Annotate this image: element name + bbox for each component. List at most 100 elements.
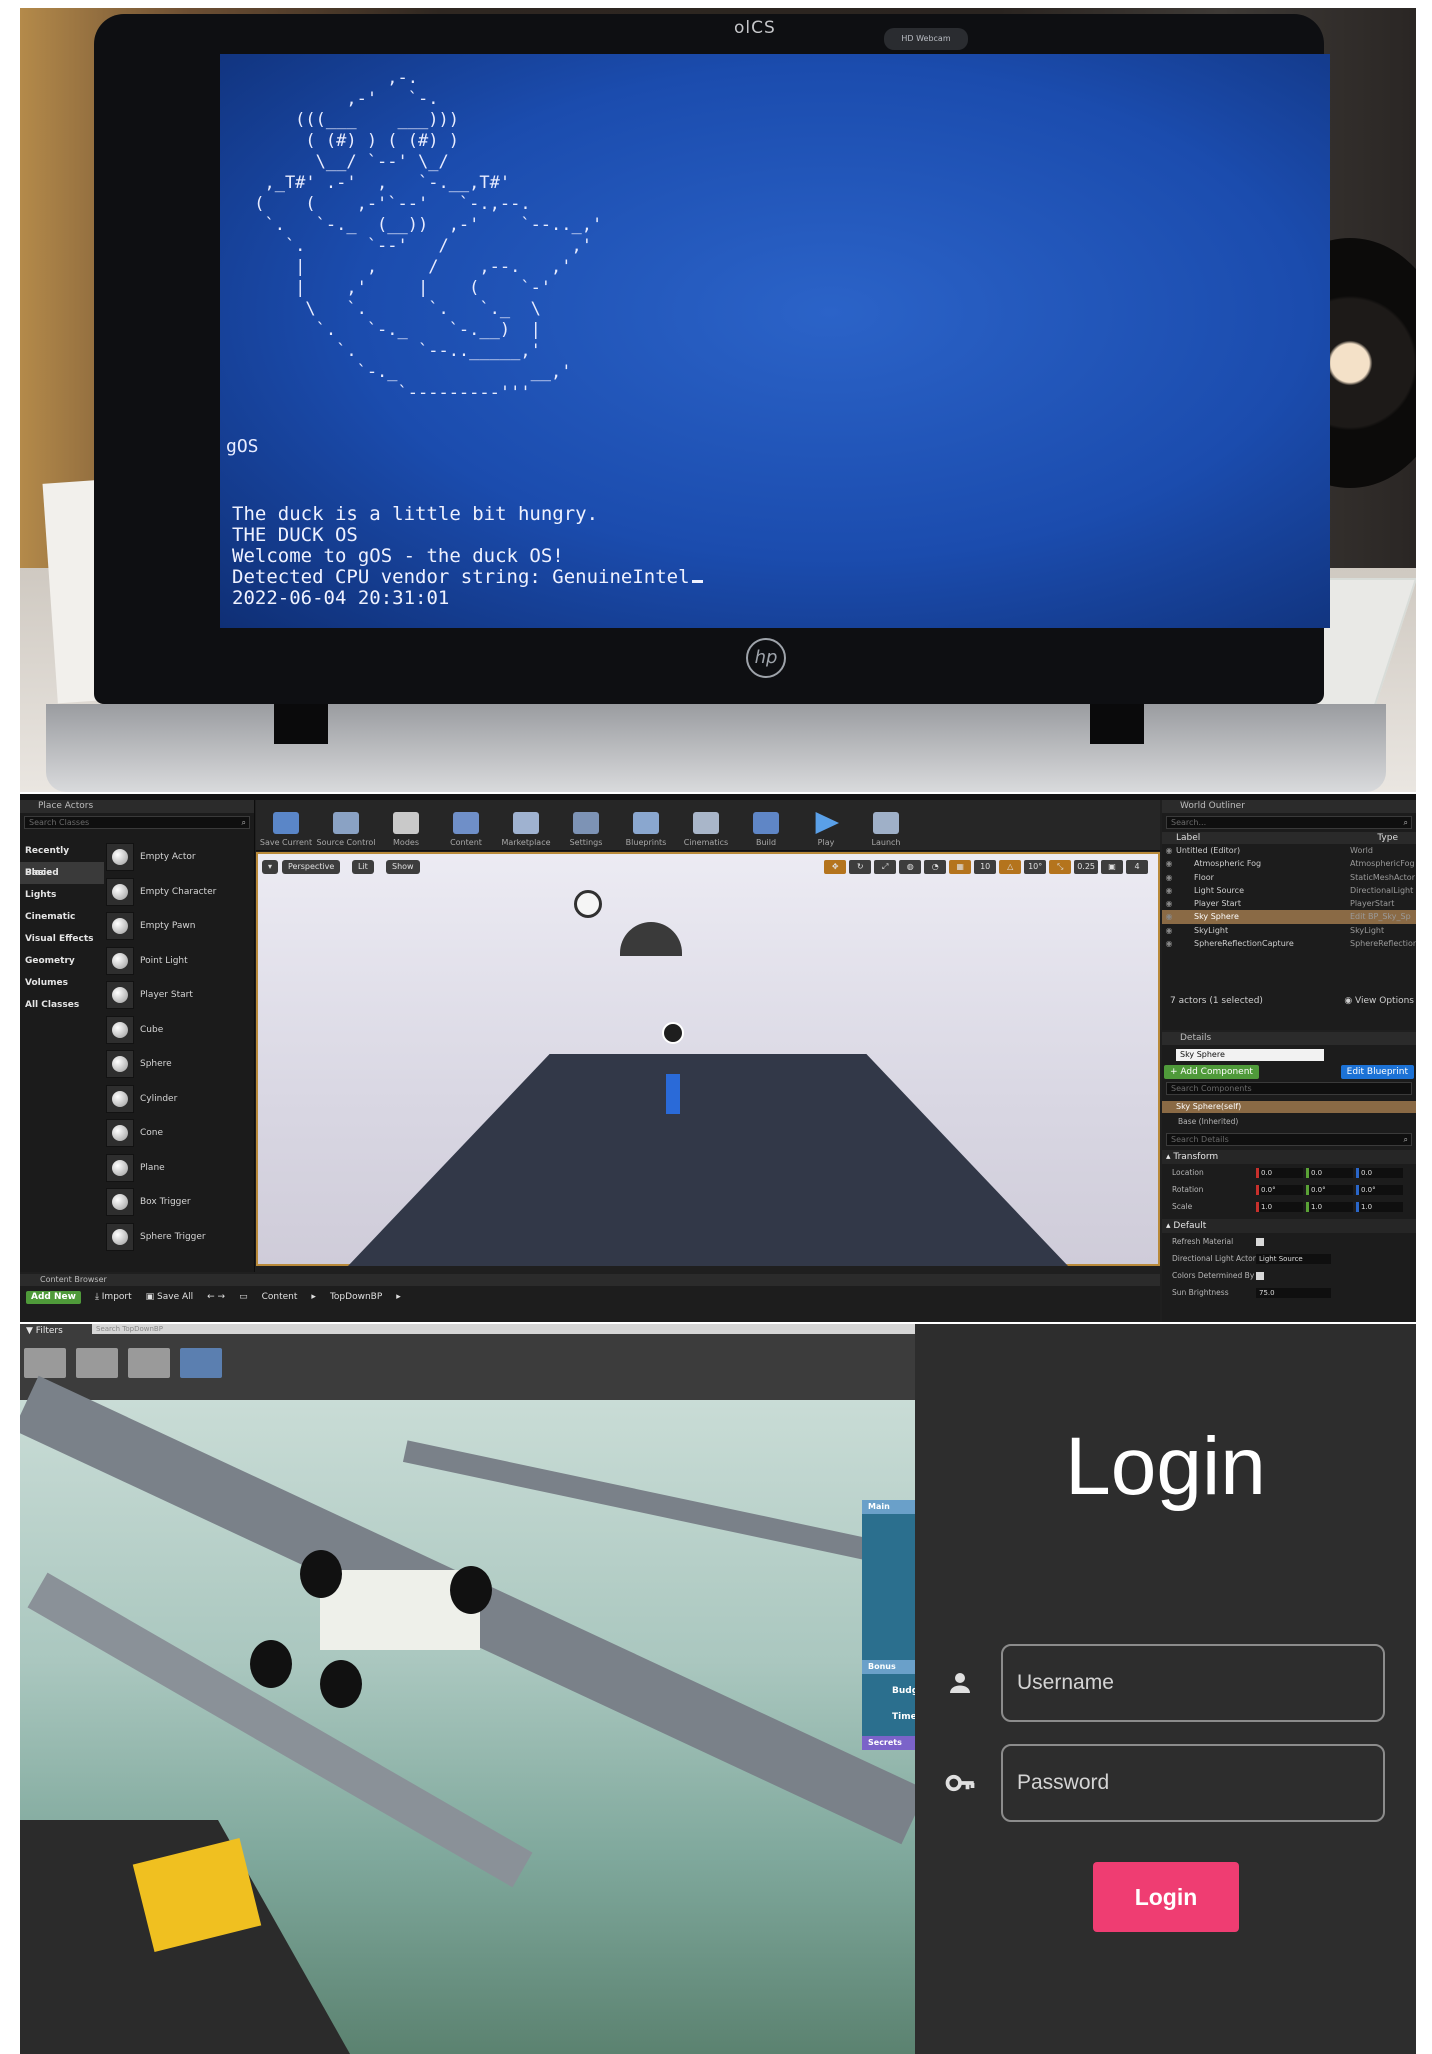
category-item[interactable]: Lights (20, 884, 104, 906)
play-button[interactable]: Play (796, 800, 856, 850)
actor-item[interactable]: Empty Actor (106, 840, 252, 875)
category-item[interactable]: Volumes (20, 972, 104, 994)
camera-speed-icon[interactable]: ▣ (1101, 860, 1123, 874)
label-column-header[interactable]: Label (1176, 832, 1200, 844)
view-options-button[interactable]: ◉ View Options (1344, 996, 1414, 1006)
login-button[interactable]: Login (1093, 1862, 1239, 1932)
location-z-field[interactable]: 0.0 (1356, 1167, 1403, 1178)
camera-speed-value[interactable]: 4 (1126, 860, 1148, 874)
settings-button[interactable]: Settings (556, 800, 616, 850)
visibility-eye-icon[interactable]: ◉ (1162, 871, 1176, 884)
location-y-field[interactable]: 0.0 (1306, 1167, 1353, 1178)
actor-item[interactable]: Cylinder (106, 1082, 252, 1117)
sun-brightness-field[interactable]: 75.0 (1256, 1287, 1331, 1298)
visibility-eye-icon[interactable]: ◉ (1162, 924, 1176, 937)
show-button[interactable]: Show (386, 860, 420, 874)
colors-determined-checkbox[interactable] (1256, 1271, 1264, 1280)
visibility-eye-icon[interactable]: ◉ (1162, 844, 1176, 857)
cinematics-button[interactable]: Cinematics (676, 800, 736, 850)
grid-snap-icon[interactable]: ▦ (949, 860, 972, 874)
transform-section[interactable]: ▴ Transform (1162, 1150, 1416, 1164)
search-classes-input[interactable]: Search Classes ⌕ (24, 816, 250, 829)
outliner-row[interactable]: ◉ Light Source DirectionalLight (1162, 884, 1416, 897)
save-current-button[interactable]: Save Current (256, 800, 316, 850)
world-icon[interactable]: ◍ (899, 860, 922, 874)
add-component-button[interactable]: + Add Component (1164, 1065, 1259, 1079)
refresh-material-checkbox[interactable] (1256, 1237, 1264, 1246)
default-section[interactable]: ▴ Default (1162, 1219, 1416, 1233)
rotation-snap-icon[interactable]: △ (999, 860, 1022, 874)
actor-item[interactable]: Sphere (106, 1047, 252, 1082)
breadcrumb-content[interactable]: Content (262, 1292, 298, 1302)
sky-sphere-icon[interactable] (620, 922, 682, 956)
rotation-label[interactable]: Rotation (1172, 1185, 1256, 1194)
actor-item[interactable]: Player Start (106, 978, 252, 1013)
place-actors-tab[interactable]: Place Actors (20, 800, 254, 813)
actor-item[interactable]: Point Light (106, 944, 252, 979)
details-tab[interactable]: Details (1162, 1032, 1416, 1045)
breadcrumb-topdownbp[interactable]: TopDownBP (330, 1292, 382, 1302)
reflection-capture-sprite[interactable] (662, 1022, 684, 1044)
rotation-snap-value[interactable]: 10° (1024, 860, 1047, 874)
username-input[interactable] (1003, 1646, 1383, 1720)
folder-icon[interactable] (128, 1348, 170, 1378)
search-details-input[interactable]: Search Details ⌕ (1166, 1133, 1412, 1146)
scale-label[interactable]: Scale (1172, 1202, 1256, 1211)
import-button[interactable]: ⤓ Import (95, 1292, 132, 1302)
search-components-input[interactable]: Search Components (1166, 1082, 1412, 1095)
actor-item[interactable]: Cone (106, 1116, 252, 1151)
actor-name-field[interactable]: Sky Sphere (1176, 1049, 1324, 1061)
rotation-y-field[interactable]: 0.0° (1306, 1184, 1353, 1195)
source-control-button[interactable]: Source Control (316, 800, 376, 850)
perspective-button[interactable]: Perspective (282, 860, 341, 874)
transform-icon[interactable]: ✥ (824, 860, 847, 874)
outliner-row-type[interactable]: Edit BP_Sky_Sp (1350, 910, 1416, 923)
category-item[interactable]: Geometry (20, 950, 104, 972)
filters-button[interactable]: ▼ Filters (26, 1326, 63, 1336)
marketplace-button[interactable]: Marketplace (496, 800, 556, 850)
blueprints-button[interactable]: Blueprints (616, 800, 676, 850)
scale-snap-value[interactable]: 0.25 (1074, 860, 1098, 874)
category-item[interactable]: Cinematic (20, 906, 104, 928)
player-start-sprite[interactable] (666, 1074, 680, 1114)
password-input[interactable] (1003, 1746, 1383, 1820)
level-viewport[interactable]: ▾ Perspective Lit Show ✥ ↻ ⤢ ◍ ◔ ▦ 10 △ … (256, 852, 1160, 1266)
rotation-x-field[interactable]: 0.0° (1256, 1184, 1303, 1195)
outliner-row[interactable]: ◉ SphereReflectionCapture SphereReflection (1162, 937, 1417, 950)
component-self-row[interactable]: Sky Sphere(self) (1162, 1101, 1416, 1113)
actor-item[interactable]: Empty Pawn (106, 909, 252, 944)
build-button[interactable]: Build (736, 800, 796, 850)
outliner-row[interactable]: ◉ Floor StaticMeshActor (1162, 871, 1416, 884)
level-asset-icon[interactable] (180, 1348, 222, 1378)
launch-button[interactable]: Launch (856, 800, 916, 850)
visibility-eye-icon[interactable]: ◉ (1162, 897, 1176, 910)
asset-search-input[interactable]: Search TopDownBP (92, 1324, 916, 1334)
actor-item[interactable]: Sphere Trigger (106, 1220, 252, 1255)
visibility-eye-icon[interactable]: ◉ (1162, 884, 1176, 897)
folder-icon[interactable] (24, 1348, 66, 1378)
actor-item[interactable]: Box Trigger (106, 1185, 252, 1220)
actor-item[interactable]: Plane (106, 1151, 252, 1186)
category-item[interactable]: All Classes (20, 994, 104, 1016)
scale-x-field[interactable]: 1.0 (1256, 1201, 1303, 1212)
rotation-z-field[interactable]: 0.0° (1356, 1184, 1403, 1195)
directional-light-sprite[interactable] (574, 890, 602, 918)
category-item[interactable]: Recently Placed (20, 840, 104, 878)
add-new-button[interactable]: Add New (26, 1290, 81, 1304)
scale-snap-icon[interactable]: ⤡ (1049, 860, 1072, 874)
category-item-basic[interactable]: Basic (20, 862, 104, 884)
visibility-eye-icon[interactable]: ◉ (1162, 910, 1176, 923)
surface-snap-icon[interactable]: ◔ (924, 860, 947, 874)
lit-button[interactable]: Lit (352, 860, 374, 874)
outliner-row[interactable]: ◉ Player Start PlayerStart (1162, 897, 1416, 910)
visibility-eye-icon[interactable]: ◉ (1162, 857, 1176, 870)
save-all-button[interactable]: ▣ Save All (146, 1292, 194, 1302)
scale-icon[interactable]: ⤢ (874, 860, 897, 874)
actor-item[interactable]: Cube (106, 1013, 252, 1048)
world-outliner-tab[interactable]: World Outliner (1162, 800, 1416, 813)
scale-y-field[interactable]: 1.0 (1306, 1201, 1353, 1212)
visibility-eye-icon[interactable]: ◉ (1162, 937, 1176, 950)
folder-icon[interactable] (76, 1348, 118, 1378)
viewport-menu-button[interactable]: ▾ (262, 860, 279, 874)
edit-blueprint-button[interactable]: Edit Blueprint (1340, 1065, 1414, 1079)
